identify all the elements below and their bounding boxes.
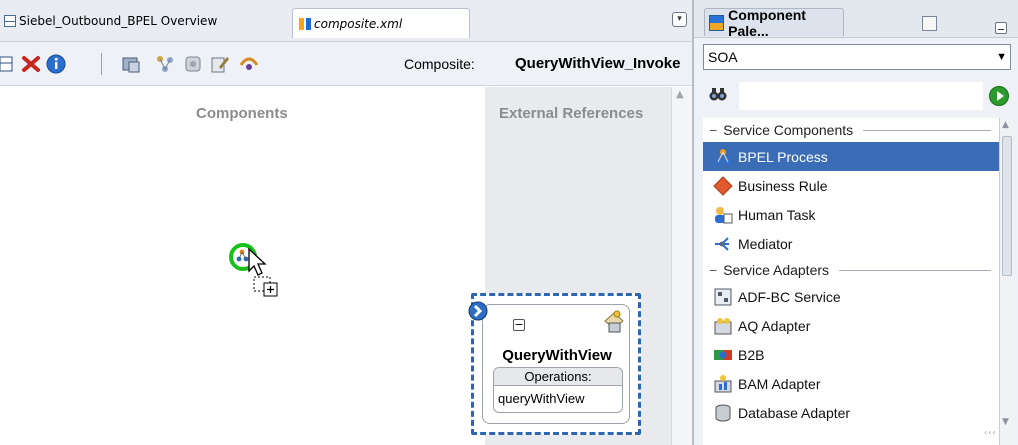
structure-icon[interactable]	[154, 53, 176, 75]
section-service-adapters[interactable]: − Service Adapters	[703, 258, 999, 282]
palette-item-label: Database Adapter	[738, 404, 851, 421]
reference-name: QueryWithView	[502, 347, 612, 364]
tab-overview-label: Siebel_Outbound_BPEL Overview	[19, 14, 218, 28]
adf-bc-service-icon	[714, 288, 732, 305]
palette-item-adf-bc-service[interactable]: ADF-BC Service	[703, 282, 999, 311]
overview-doc-icon	[4, 15, 16, 27]
scroll-thumb[interactable]	[1002, 136, 1012, 276]
component-palette: Component Pale... SOA ▼ − Service Compon…	[692, 0, 1018, 445]
palette-item-bam-adapter[interactable]: BAM Adapter	[703, 369, 999, 398]
operations-box: Operations: queryWithView	[493, 367, 623, 413]
bpel-process-icon	[715, 148, 731, 165]
search-go-icon[interactable]	[989, 86, 1009, 106]
section-title: Service Adapters	[723, 262, 830, 278]
scroll-down-icon[interactable]: ▼	[1002, 417, 1009, 427]
delete-icon[interactable]	[20, 53, 42, 75]
palette-tab-bar: Component Pale...	[694, 0, 1018, 39]
add-icon[interactable]	[0, 53, 18, 75]
search-binoculars-icon	[709, 88, 727, 101]
composite-name: QueryWithView_Invoke	[515, 55, 681, 72]
database-adapter-icon	[715, 404, 731, 421]
palette-item-database-adapter[interactable]: Database Adapter	[703, 398, 999, 427]
palette-item-label: ADF-BC Service	[738, 288, 841, 305]
human-task-icon	[715, 206, 733, 223]
palette-category-value: SOA	[708, 49, 738, 65]
resize-grip-icon[interactable]: ‹‹‹	[984, 428, 997, 437]
reference-body: − QueryWithView Operations: queryWithVie…	[482, 304, 630, 424]
palette-category-select[interactable]: SOA ▼	[703, 44, 1011, 70]
palette-item-label: Business Rule	[738, 177, 828, 194]
palette-item-label: BPEL Process	[738, 148, 828, 165]
business-rule-icon	[713, 175, 733, 196]
composite-toolbar: Composite: QueryWithView_Invoke	[0, 42, 692, 86]
tabs-menu-dropdown-icon[interactable]: ▾	[672, 12, 687, 27]
editor-tab-strip: Siebel_Outbound_BPEL Overview composite.…	[0, 0, 692, 42]
palette-item-bpel-process[interactable]: BPEL Process	[703, 142, 999, 171]
edit-icon[interactable]	[209, 53, 231, 75]
bam-adapter-icon	[714, 374, 732, 392]
test-icon[interactable]	[182, 53, 204, 75]
wire-icon[interactable]	[238, 53, 260, 75]
palette-item-aq-adapter[interactable]: AQ Adapter	[703, 311, 999, 340]
palette-icon	[709, 14, 725, 31]
canvas-vertical-scrollbar[interactable]: ▲	[671, 87, 692, 445]
palette-tab-label: Component Pale...	[728, 6, 806, 39]
minimize-icon[interactable]	[995, 22, 1007, 34]
palette-item-label: AQ Adapter	[738, 317, 811, 334]
scroll-up-icon[interactable]: ▲	[676, 89, 684, 100]
palette-item-human-task[interactable]: Human Task	[703, 200, 999, 229]
palette-search-row	[703, 80, 1011, 112]
composite-icon	[299, 17, 311, 30]
toolbar-separator	[101, 53, 102, 75]
section-divider	[863, 129, 991, 131]
operation-item[interactable]: queryWithView	[494, 386, 622, 412]
adapter-icon	[604, 310, 624, 333]
palette-item-business-rule[interactable]: Business Rule	[703, 171, 999, 200]
tab-overview[interactable]: Siebel_Outbound_BPEL Overview	[0, 6, 282, 36]
palette-item-label: Mediator	[738, 235, 793, 252]
b2b-icon	[714, 349, 732, 360]
tab-composite-xml[interactable]: composite.xml	[292, 8, 470, 38]
reference-service-chevron-icon[interactable]	[468, 301, 488, 321]
palette-search-input[interactable]	[739, 82, 983, 110]
palette-item-b2b[interactable]: B2B	[703, 340, 999, 369]
section-collapse-icon[interactable]: −	[709, 122, 717, 138]
section-divider	[839, 269, 991, 271]
palette-item-label: B2B	[738, 346, 765, 363]
aq-adapter-icon	[714, 317, 732, 334]
section-title: Service Components	[723, 122, 854, 138]
palette-item-label: Human Task	[738, 206, 816, 223]
resource-palette-tab-icon[interactable]	[922, 16, 937, 31]
composite-canvas[interactable]: Components External References ▲ − Query…	[0, 87, 692, 445]
collapse-icon[interactable]: −	[513, 319, 525, 331]
external-references-lane-title: External References	[499, 105, 644, 122]
palette-list: − Service Components BPEL Process Busine…	[703, 118, 999, 445]
operations-header: Operations:	[494, 368, 622, 386]
drag-cursor-icon	[248, 247, 278, 297]
scroll-up-icon[interactable]: ▲	[1002, 120, 1009, 130]
mediator-icon	[715, 236, 729, 251]
palette-item-mediator[interactable]: Mediator	[703, 229, 999, 258]
composite-caption: Composite:	[404, 56, 475, 72]
chevron-down-icon[interactable]: ▼	[996, 45, 1007, 69]
deploy-icon[interactable]	[120, 53, 142, 75]
section-service-components[interactable]: − Service Components	[703, 118, 999, 142]
tab-composite-label: composite.xml	[314, 16, 403, 31]
components-lane-title: Components	[196, 105, 288, 122]
section-collapse-icon[interactable]: −	[709, 262, 717, 278]
info-icon[interactable]	[45, 53, 67, 75]
external-reference-card[interactable]: − QueryWithView Operations: queryWithVie…	[468, 293, 641, 435]
palette-item-label: BAM Adapter	[738, 375, 821, 392]
tab-component-palette[interactable]: Component Pale...	[704, 6, 844, 39]
palette-vertical-scrollbar[interactable]: ▲ ▼	[999, 118, 1013, 445]
